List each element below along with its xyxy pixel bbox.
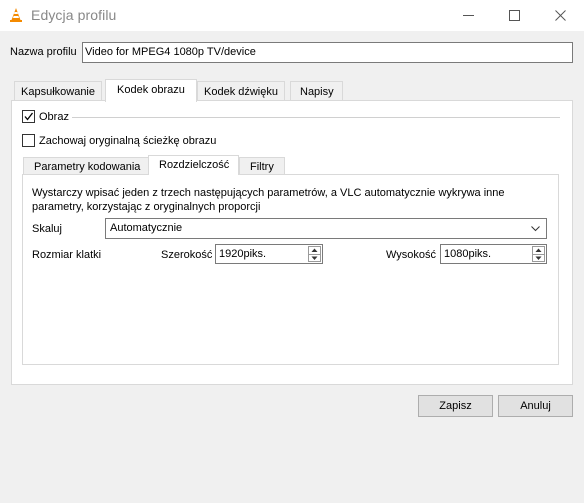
scale-select[interactable]: Automatycznie	[105, 218, 547, 239]
minimize-icon	[463, 15, 474, 16]
width-spinbox[interactable]: 1920piks.	[215, 244, 323, 264]
resolution-info-text: Wystarczy wpisać jeden z trzech następuj…	[32, 187, 505, 213]
group-separator	[72, 117, 560, 118]
video-enable-label: Obraz	[39, 111, 69, 123]
checkmark-icon	[24, 112, 34, 121]
tab-resolution[interactable]: Rozdzielczość	[148, 155, 239, 175]
width-label: Szerokość	[161, 249, 213, 261]
arrow-up-icon	[535, 248, 542, 252]
maximize-button[interactable]	[492, 0, 538, 31]
keep-original-checkbox[interactable]	[22, 134, 35, 147]
arrow-down-icon	[535, 256, 542, 260]
scale-label: Skaluj	[32, 223, 62, 235]
profile-name-label: Nazwa profilu	[10, 46, 77, 58]
width-spin-buttons[interactable]	[308, 246, 321, 262]
tab-video-codec[interactable]: Kodek obrazu	[105, 79, 197, 102]
tab-subtitles[interactable]: Napisy	[290, 81, 343, 102]
profile-name-input[interactable]: Video for MPEG4 1080p TV/device	[82, 42, 573, 63]
arrow-up-icon	[311, 248, 318, 252]
height-spin-buttons[interactable]	[532, 246, 545, 262]
height-spinbox[interactable]: 1080piks.	[440, 244, 547, 264]
height-value: 1080piks.	[444, 248, 492, 260]
close-icon	[555, 10, 566, 21]
chevron-down-icon	[531, 226, 540, 232]
height-label: Wysokość	[386, 249, 437, 261]
title-bar: Edycja profilu	[0, 0, 584, 31]
width-value: 1920piks.	[219, 248, 267, 260]
maximize-icon	[509, 10, 520, 21]
save-button[interactable]: Zapisz	[418, 395, 493, 417]
tab-encapsulation[interactable]: Kapsułkowanie	[14, 81, 102, 102]
keep-original-label: Zachowaj oryginalną ścieżkę obrazu	[39, 135, 217, 147]
arrow-down-icon	[311, 256, 318, 260]
cancel-button[interactable]: Anuluj	[498, 395, 573, 417]
frame-size-label: Rozmiar klatki	[32, 249, 102, 261]
scale-select-value: Automatycznie	[110, 222, 183, 234]
vlc-cone-icon	[8, 7, 24, 23]
window-title: Edycja profilu	[31, 7, 117, 23]
tab-encoding-parameters[interactable]: Parametry kodowania	[23, 157, 152, 175]
tab-filters[interactable]: Filtry	[239, 157, 285, 175]
tab-audio-codec[interactable]: Kodek dźwięku	[197, 81, 285, 102]
video-enable-checkbox[interactable]	[22, 110, 35, 123]
close-button[interactable]	[538, 0, 584, 31]
minimize-button[interactable]	[446, 0, 492, 31]
